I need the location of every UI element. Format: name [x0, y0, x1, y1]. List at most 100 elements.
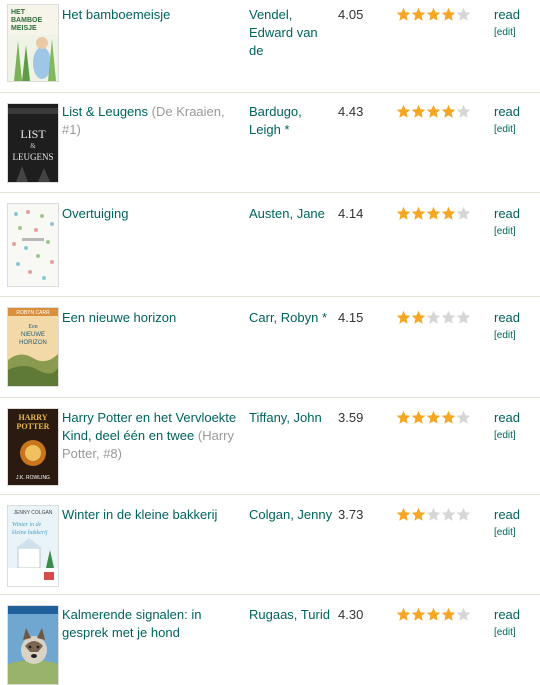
star-icon[interactable]: [411, 104, 426, 119]
star-icon[interactable]: [396, 7, 411, 22]
star-icon[interactable]: [441, 104, 456, 119]
book-author-text[interactable]: Bardugo, Leigh: [249, 104, 302, 137]
my-rating-stars[interactable]: [396, 605, 471, 623]
star-icon[interactable]: [441, 607, 456, 622]
star-icon[interactable]: [456, 410, 471, 425]
star-icon[interactable]: [411, 7, 426, 22]
book-author[interactable]: Austen, Jane: [249, 205, 335, 223]
book-author-text[interactable]: Austen, Jane: [249, 206, 325, 221]
shelf-link[interactable]: read: [494, 6, 520, 24]
book-author[interactable]: Bardugo, Leigh *: [249, 103, 335, 139]
shelf-link[interactable]: read: [494, 606, 520, 624]
edit-link[interactable]: [edit]: [494, 527, 516, 539]
book-title[interactable]: List & Leugens (De Kraaien, #1): [62, 103, 244, 139]
book-cover[interactable]: [7, 203, 59, 287]
book-title[interactable]: Overtuiging: [62, 205, 244, 223]
svg-text:POTTER: POTTER: [17, 422, 50, 431]
svg-text:&: &: [30, 142, 36, 150]
book-cover-floral-icon: [8, 204, 58, 286]
star-icon[interactable]: [426, 104, 441, 119]
book-cover[interactable]: HARRY POTTER J.K. ROWLING: [7, 408, 59, 486]
star-icon[interactable]: [441, 7, 456, 22]
star-icon[interactable]: [441, 410, 456, 425]
book-cover[interactable]: JENNY COLGAN Winter in de kleine bakkeri…: [7, 505, 59, 587]
star-icon[interactable]: [396, 507, 411, 522]
svg-text:kleine bakkerij: kleine bakkerij: [12, 530, 48, 536]
average-rating: 4.15: [338, 310, 364, 325]
book-cover-landscape-icon: ROBYN CARR Een NIEUWE HORIZON: [8, 308, 58, 386]
my-rating-stars[interactable]: [396, 505, 471, 523]
star-icon[interactable]: [426, 310, 441, 325]
star-icon[interactable]: [456, 7, 471, 22]
book-cover[interactable]: [7, 605, 59, 685]
shelf-link[interactable]: read: [494, 409, 520, 427]
my-rating-stars[interactable]: [396, 204, 471, 222]
star-icon[interactable]: [396, 104, 411, 119]
edit-link[interactable]: [edit]: [494, 627, 516, 639]
star-icon[interactable]: [441, 206, 456, 221]
book-author-text[interactable]: Colgan, Jenny: [249, 507, 332, 522]
book-title-text[interactable]: Een nieuwe horizon: [62, 310, 176, 325]
book-row: HARRY POTTER J.K. ROWLING Harry Potter e…: [0, 398, 540, 495]
shelf-link[interactable]: read: [494, 103, 520, 121]
book-author[interactable]: Rugaas, Turid: [249, 606, 335, 624]
my-rating-stars[interactable]: [396, 102, 471, 120]
edit-link[interactable]: [edit]: [494, 226, 516, 238]
svg-text:Winter in de: Winter in de: [12, 522, 42, 528]
shelf-link[interactable]: read: [494, 205, 520, 223]
edit-link[interactable]: [edit]: [494, 124, 516, 136]
book-author[interactable]: Colgan, Jenny: [249, 506, 335, 524]
star-icon[interactable]: [396, 607, 411, 622]
book-cover[interactable]: ROBYN CARR Een NIEUWE HORIZON: [7, 307, 59, 387]
book-title[interactable]: Kalmerende signalen: in gesprek met je h…: [62, 606, 244, 642]
star-icon[interactable]: [441, 310, 456, 325]
star-icon[interactable]: [426, 206, 441, 221]
book-title-text[interactable]: Het bamboemeisje: [62, 7, 170, 22]
book-author-text[interactable]: Tiffany, John: [249, 410, 322, 425]
shelf-link[interactable]: read: [494, 506, 520, 524]
star-icon[interactable]: [396, 206, 411, 221]
book-title-text[interactable]: Overtuiging: [62, 206, 128, 221]
my-rating-stars[interactable]: [396, 5, 471, 23]
book-title[interactable]: Een nieuwe horizon: [62, 309, 244, 327]
book-title[interactable]: Winter in de kleine bakkerij: [62, 506, 244, 524]
star-icon[interactable]: [411, 206, 426, 221]
star-icon[interactable]: [456, 607, 471, 622]
svg-text:MEISJE: MEISJE: [11, 25, 37, 32]
average-rating: 3.73: [338, 507, 364, 522]
book-cover[interactable]: LIST & LEUGENS: [7, 103, 59, 183]
book-title[interactable]: Harry Potter en het Vervloekte Kind, dee…: [62, 409, 244, 463]
star-icon[interactable]: [411, 507, 426, 522]
book-cover[interactable]: HET BAMBOE MEISJE: [7, 4, 59, 82]
book-author[interactable]: Vendel, Edward van de: [249, 6, 335, 60]
book-author-text[interactable]: Rugaas, Turid: [249, 607, 330, 622]
book-author-text[interactable]: Vendel, Edward van de: [249, 7, 318, 58]
star-icon[interactable]: [411, 607, 426, 622]
book-title-text[interactable]: Kalmerende signalen: in gesprek met je h…: [62, 607, 201, 640]
star-icon[interactable]: [456, 104, 471, 119]
edit-link[interactable]: [edit]: [494, 27, 516, 39]
book-title-text[interactable]: Winter in de kleine bakkerij: [62, 507, 217, 522]
star-icon[interactable]: [426, 507, 441, 522]
star-icon[interactable]: [441, 507, 456, 522]
shelf-link[interactable]: read: [494, 309, 520, 327]
book-author[interactable]: Tiffany, John: [249, 409, 335, 427]
star-icon[interactable]: [411, 410, 426, 425]
star-icon[interactable]: [426, 607, 441, 622]
star-icon[interactable]: [411, 310, 426, 325]
edit-link[interactable]: [edit]: [494, 430, 516, 442]
star-icon[interactable]: [456, 206, 471, 221]
book-author-text[interactable]: Carr, Robyn: [249, 310, 318, 325]
star-icon[interactable]: [426, 7, 441, 22]
my-rating-stars[interactable]: [396, 408, 471, 426]
star-icon[interactable]: [396, 410, 411, 425]
edit-link[interactable]: [edit]: [494, 330, 516, 342]
star-icon[interactable]: [396, 310, 411, 325]
book-title-text[interactable]: List & Leugens: [62, 104, 148, 119]
star-icon[interactable]: [456, 507, 471, 522]
star-icon[interactable]: [426, 410, 441, 425]
book-author[interactable]: Carr, Robyn *: [249, 309, 335, 327]
book-title[interactable]: Het bamboemeisje: [62, 6, 244, 24]
star-icon[interactable]: [456, 310, 471, 325]
my-rating-stars[interactable]: [396, 308, 471, 326]
